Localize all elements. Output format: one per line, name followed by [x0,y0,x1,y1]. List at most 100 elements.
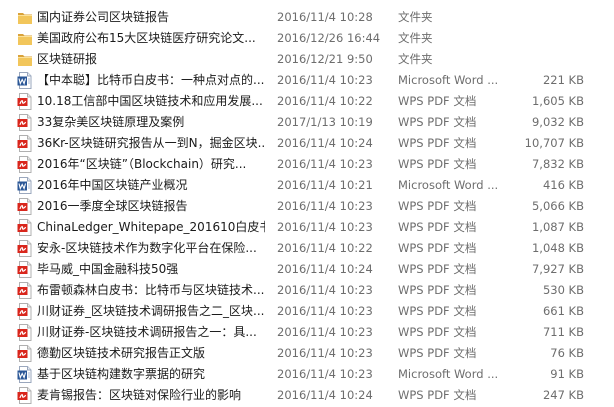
file-type: WPS PDF 文档 [398,325,477,339]
pdf-icon [17,156,33,173]
file-name: 【中本聪】比特币白皮书：一种点对点的... [37,73,265,87]
file-size: 91 KB [550,367,584,381]
file-row[interactable]: 川财证券_区块链技术调研报告之二_区块... 2016/11/4 10:23 WPS… [0,301,614,322]
file-modified-date: 2016/11/4 10:24 [277,136,373,150]
file-type: WPS PDF 文档 [398,346,477,360]
file-modified-date: 2016/11/4 10:24 [277,388,373,402]
file-row[interactable]: 区块链研报 2016/12/21 9:50 文件夹 [0,49,614,70]
file-type: WPS PDF 文档 [398,220,477,234]
file-modified-date: 2016/11/4 10:23 [277,199,373,213]
file-row[interactable]: 10.18工信部中国区块链技术和应用发展... 2016/11/4 10:22 WP… [0,91,614,112]
pdf-icon [17,324,33,341]
file-row[interactable]: ChinaLedger_Whitepape_201610白皮书 2016/11/4… [0,217,614,238]
file-row[interactable]: 美国政府公布15大区块链医疗研究论文... 2016/12/26 16:44 文件夹 [0,28,614,49]
pdf-icon [17,387,33,404]
file-row[interactable]: 毕马威_中国金融科技50强 2016/11/4 10:24 WPS PDF 文档 7,… [0,259,614,280]
file-name: 毕马威_中国金融科技50强 [37,262,179,276]
file-row[interactable]: 2016一季度全球区块链报告 2016/11/4 10:23 WPS PDF 文档 5… [0,196,614,217]
file-name: 10.18工信部中国区块链技术和应用发展... [37,94,263,108]
file-type: Microsoft Word ... [398,367,499,381]
file-name: 国内证券公司区块链报告 [37,10,170,24]
file-row[interactable]: 安永-区块链技术作为数字化平台在保险... 2016/11/4 10:22 WPS … [0,238,614,259]
file-size: 1,087 KB [531,220,584,234]
pdf-icon [17,114,33,131]
file-name: 基于区块链构建数字票据的研究 [37,367,206,381]
file-size: 530 KB [542,283,584,297]
word-doc-icon [17,177,33,194]
file-name: 36Kr-区块链研究报告从一到N，掘金区块... [37,136,265,150]
word-doc-icon [17,366,33,383]
file-modified-date: 2016/11/4 10:23 [277,304,373,318]
file-name: ChinaLedger_Whitepape_201610白皮书 [37,220,265,234]
file-type: Microsoft Word ... [398,178,499,192]
pdf-icon [17,93,33,110]
file-name: 2016一季度全球区块链报告 [37,199,188,213]
file-modified-date: 2016/12/26 16:44 [277,31,381,45]
file-modified-date: 2016/11/4 10:23 [277,220,373,234]
file-modified-date: 2016/11/4 10:23 [277,157,373,171]
file-size: 9,032 KB [531,115,584,129]
file-size: 247 KB [542,388,584,402]
file-type: 文件夹 [398,10,433,24]
file-size: 10,707 KB [524,136,584,150]
file-type: WPS PDF 文档 [398,241,477,255]
file-name: 2016年“区块链”（Blockchain）研究... [37,157,247,171]
file-name: 安永-区块链技术作为数字化平台在保险... [37,241,257,255]
file-type: Microsoft Word ... [398,73,499,87]
file-modified-date: 2016/11/4 10:23 [277,367,373,381]
word-doc-icon [17,72,33,89]
file-row[interactable]: 2016年中国区块链产业概况 2016/11/4 10:21 Microsoft W… [0,175,614,196]
file-name: 美国政府公布15大区块链医疗研究论文... [37,31,256,45]
file-type: WPS PDF 文档 [398,94,477,108]
file-row[interactable]: 33复杂美区块链原理及案例 2017/1/13 10:19 WPS PDF 文档 9,… [0,112,614,133]
file-modified-date: 2017/1/13 10:19 [277,115,373,129]
file-modified-date: 2016/11/4 10:23 [277,346,373,360]
pdf-icon [17,135,33,152]
file-name: 区块链研报 [37,52,98,66]
file-size: 5,066 KB [531,199,584,213]
file-type: WPS PDF 文档 [398,115,477,129]
file-size: 7,832 KB [531,157,584,171]
file-modified-date: 2016/11/4 10:23 [277,283,373,297]
file-type: WPS PDF 文档 [398,388,477,402]
file-size: 711 KB [542,325,584,339]
file-list: 国内证券公司区块链报告 2016/11/4 10:28 文件夹 美国政府公布15大区块… [0,0,614,407]
file-modified-date: 2016/11/4 10:22 [277,241,373,255]
pdf-icon [17,240,33,257]
file-row[interactable]: 布雷顿森林白皮书：比特币与区块链技术... 2016/11/4 10:23 WPS … [0,280,614,301]
file-type: 文件夹 [398,31,433,45]
file-modified-date: 2016/12/21 9:50 [277,52,373,66]
file-row[interactable]: 川财证券-区块链技术调研报告之一：具... 2016/11/4 10:23 WPS … [0,322,614,343]
file-row[interactable]: 36Kr-区块链研究报告从一到N，掘金区块... 2016/11/4 10:24 W… [0,133,614,154]
file-row[interactable]: 麦肯锡报告：区块链对保险行业的影响 2016/11/4 10:24 WPS PDF … [0,385,614,406]
file-size: 661 KB [542,304,584,318]
file-type: WPS PDF 文档 [398,304,477,318]
pdf-icon [17,282,33,299]
file-modified-date: 2016/11/4 10:23 [277,325,373,339]
file-row[interactable]: 国内证券公司区块链报告 2016/11/4 10:28 文件夹 [0,7,614,28]
file-modified-date: 2016/11/4 10:22 [277,94,373,108]
file-name: 川财证券-区块链技术调研报告之一：具... [37,325,257,339]
file-name: 布雷顿森林白皮书：比特币与区块链技术... [37,283,265,297]
file-type: WPS PDF 文档 [398,283,477,297]
file-type: 文件夹 [398,52,433,66]
pdf-icon [17,219,33,236]
file-size: 416 KB [542,178,584,192]
file-type: WPS PDF 文档 [398,157,477,171]
file-type: WPS PDF 文档 [398,199,477,213]
file-row[interactable]: 【中本聪】比特币白皮书：一种点对点的... 2016/11/4 10:23 Micr… [0,70,614,91]
file-row[interactable]: 2016年“区块链”（Blockchain）研究... 2016/11/4 10:… [0,154,614,175]
file-modified-date: 2016/11/4 10:21 [277,178,373,192]
file-name: 2016年中国区块链产业概况 [37,178,188,192]
file-size: 1,048 KB [531,241,584,255]
folder-icon [17,9,33,26]
file-row[interactable]: 德勤区块链技术研究报告正文版 2016/11/4 10:23 WPS PDF 文档 7… [0,343,614,364]
file-modified-date: 2016/11/4 10:24 [277,262,373,276]
file-modified-date: 2016/11/4 10:23 [277,73,373,87]
pdf-icon [17,198,33,215]
file-type: WPS PDF 文档 [398,136,477,150]
file-name: 德勤区块链技术研究报告正文版 [37,346,206,360]
folder-icon [17,30,33,47]
file-row[interactable]: 基于区块链构建数字票据的研究 2016/11/4 10:23 Microsoft W… [0,364,614,385]
file-name: 麦肯锡报告：区块链对保险行业的影响 [37,388,242,402]
